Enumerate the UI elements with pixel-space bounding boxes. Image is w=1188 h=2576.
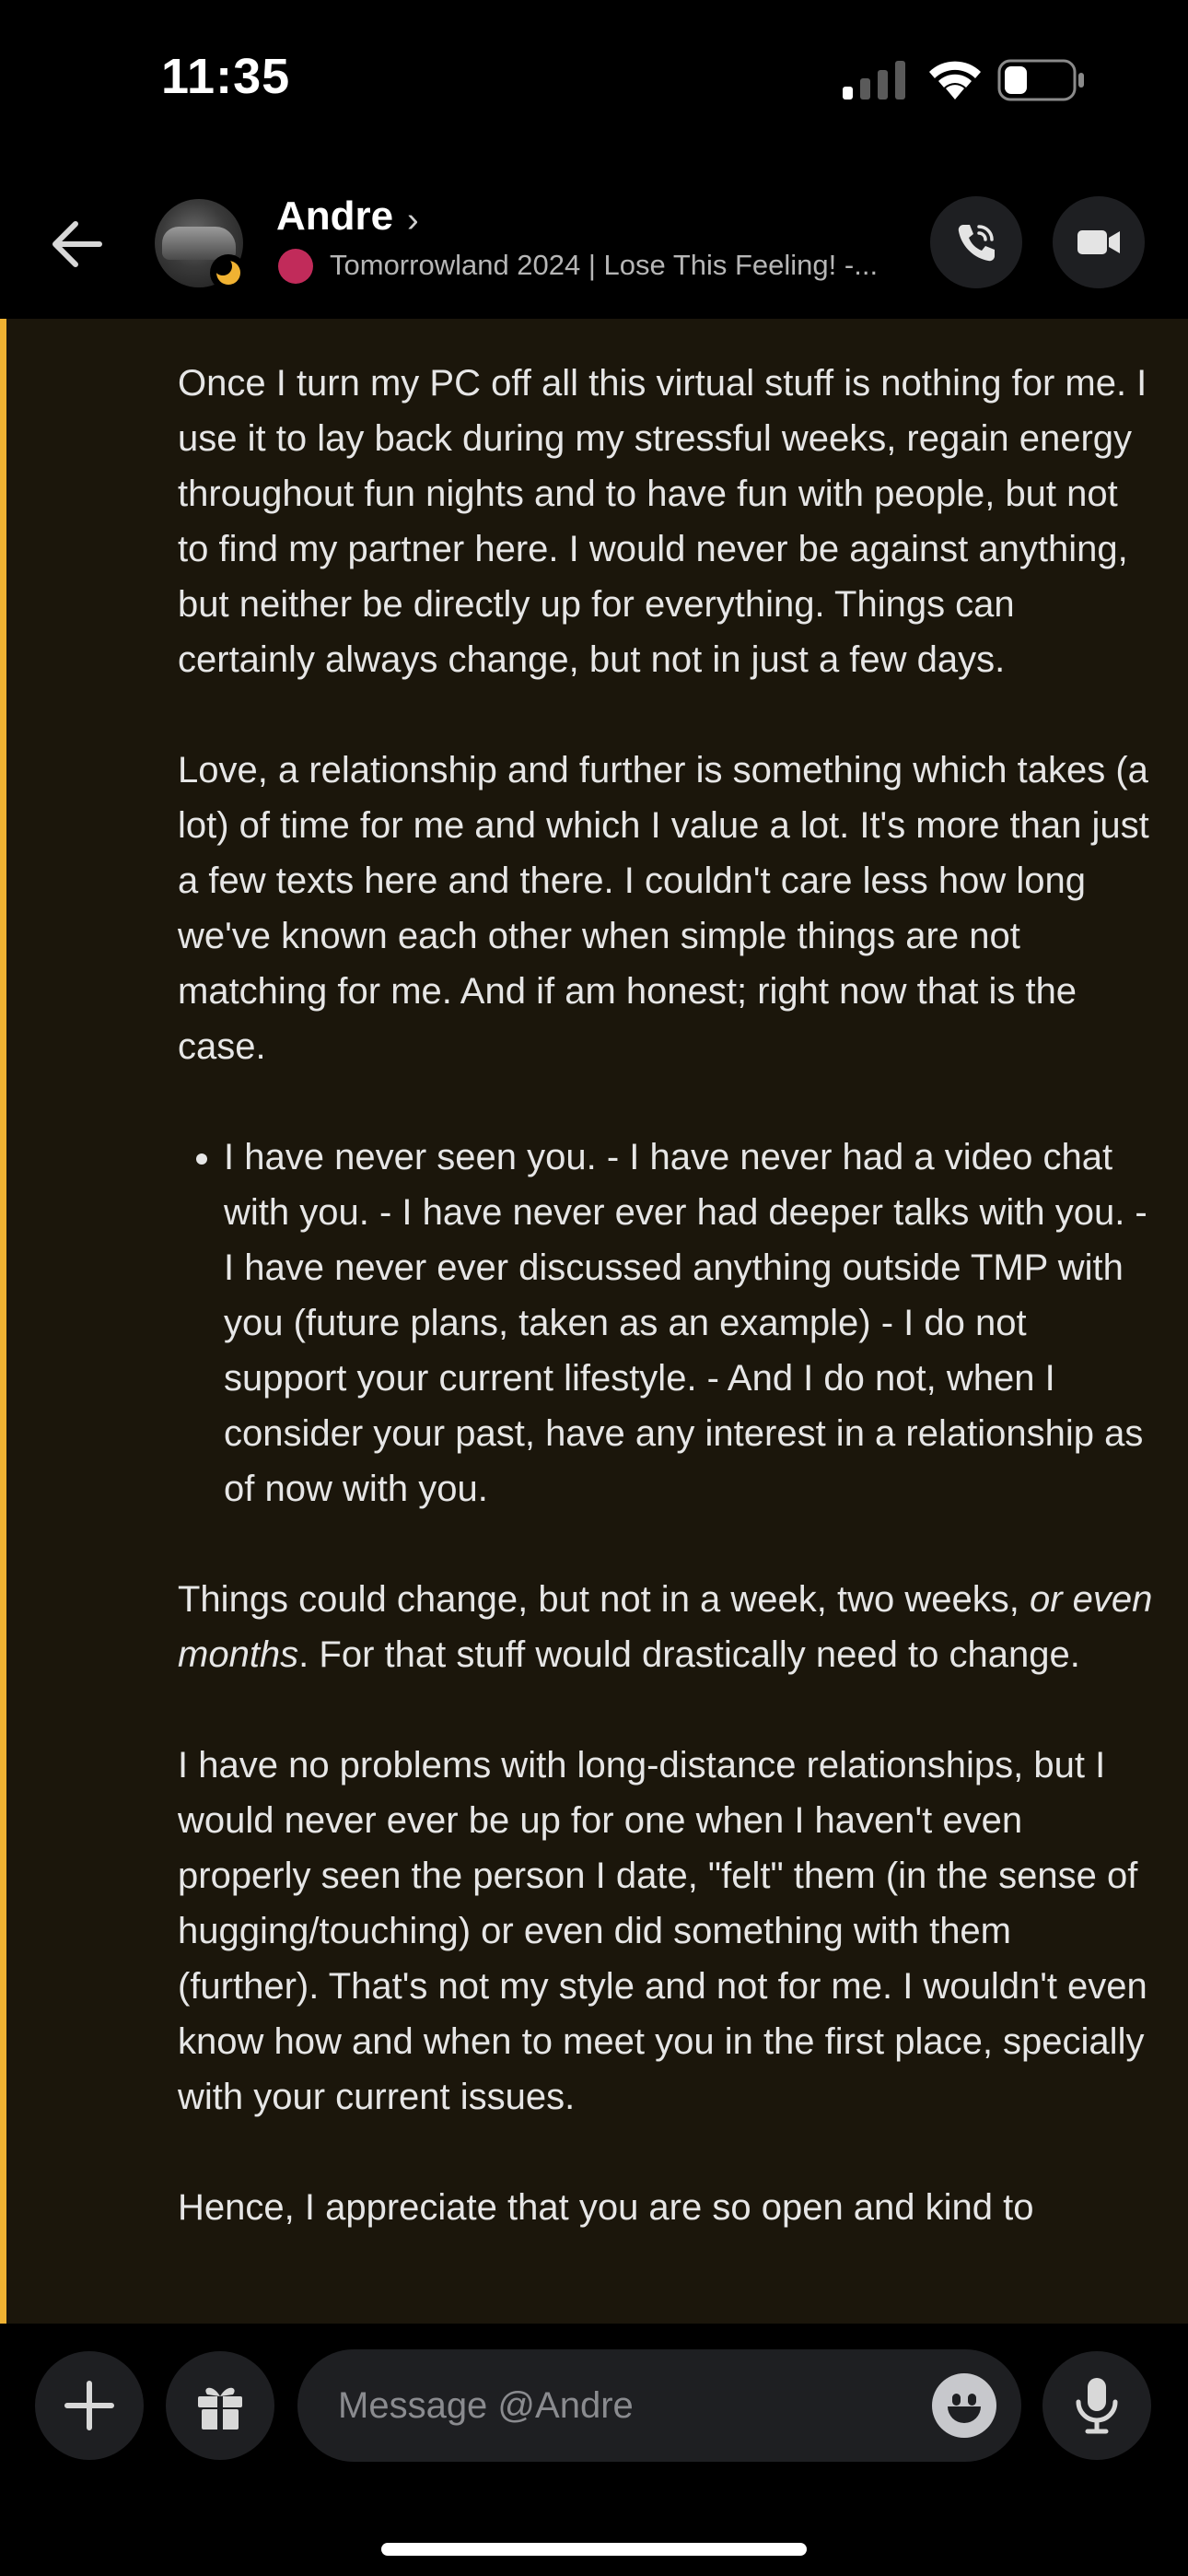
status-bar: 11:35 xyxy=(0,0,1188,175)
emoji-eye xyxy=(968,2394,976,2406)
message-paragraph: Love, a relationship and further is some… xyxy=(178,750,1149,1067)
video-call-button[interactable] xyxy=(1053,196,1145,288)
message-list[interactable]: Once I turn my PC off all this virtual s… xyxy=(0,319,1188,2324)
chevron-right-icon[interactable]: › xyxy=(407,201,419,240)
message-bullet-list: I have never seen you. - I have never ha… xyxy=(178,1130,1159,1516)
back-arrow-icon[interactable] xyxy=(46,212,109,276)
contact-name[interactable]: Andre xyxy=(276,193,393,240)
message-paragraph: I have no problems with long-distance re… xyxy=(178,1745,1147,2117)
message-content[interactable]: Once I turn my PC off all this virtual s… xyxy=(178,356,1159,2290)
wifi-icon xyxy=(929,61,981,100)
gift-icon xyxy=(198,2387,242,2430)
call-button[interactable] xyxy=(930,196,1022,288)
phone-call-icon xyxy=(958,225,995,262)
activity-music-icon xyxy=(278,249,313,284)
emoji-eye xyxy=(952,2394,961,2406)
message-paragraph-partial: Hence, I appreciate that you are so open… xyxy=(178,2187,1034,2228)
cellular-signal-icon xyxy=(843,61,905,100)
conversation-header: Andre › Tomorrowland 2024 | Lose This Fe… xyxy=(0,175,1188,319)
message-input[interactable] xyxy=(297,2349,1021,2462)
activity-status: Tomorrowland 2024 | Lose This Feeling! -… xyxy=(330,249,879,281)
idle-status-icon xyxy=(210,254,247,291)
message-text: . For that stuff would drastically need … xyxy=(298,1634,1080,1675)
video-camera-icon xyxy=(1077,230,1120,254)
mention-highlight-bar xyxy=(0,319,6,2324)
message-text: Things could change, but not in a week, … xyxy=(178,1579,1030,1620)
plus-icon xyxy=(64,2381,114,2430)
emoji-icon[interactable] xyxy=(932,2373,996,2438)
home-indicator[interactable] xyxy=(381,2543,807,2556)
message-paragraph: Things could change, but not in a week, … xyxy=(178,1572,1159,1682)
message-composer xyxy=(0,2324,1188,2576)
battery-icon xyxy=(997,59,1084,101)
add-attachment-button[interactable] xyxy=(35,2351,144,2460)
microphone-icon xyxy=(1076,2378,1118,2434)
message-paragraph: Once I turn my PC off all this virtual s… xyxy=(178,363,1147,680)
gift-button[interactable] xyxy=(166,2351,274,2460)
voice-message-button[interactable] xyxy=(1042,2351,1151,2460)
emoji-smile xyxy=(948,2406,981,2423)
status-time: 11:35 xyxy=(161,49,291,104)
list-item: I have never seen you. - I have never ha… xyxy=(224,1130,1159,1516)
